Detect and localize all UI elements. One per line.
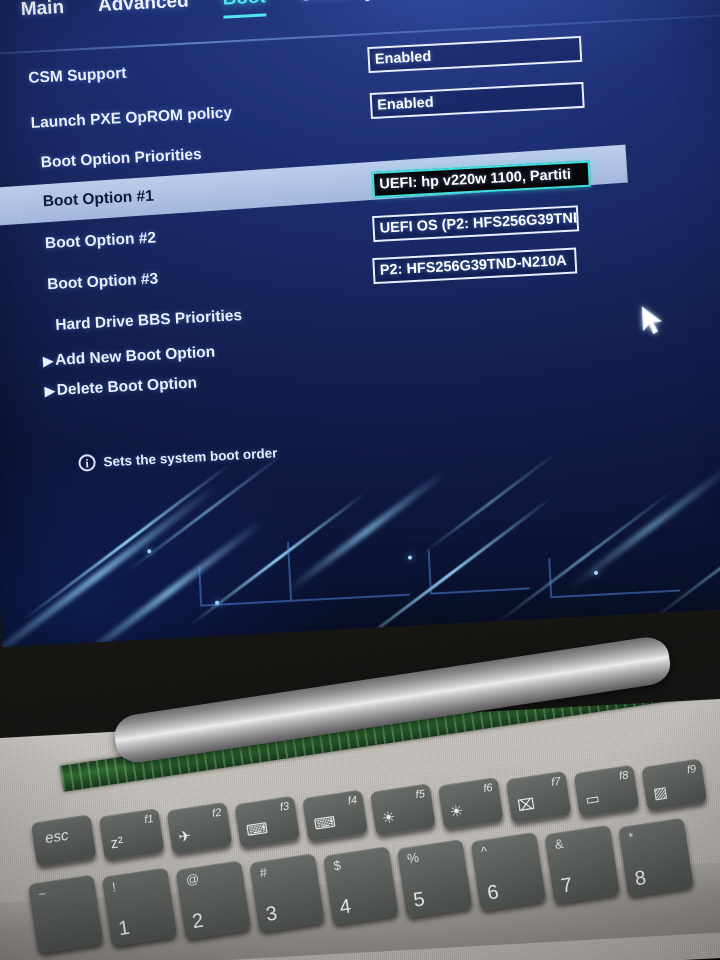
laptop-screen: Main Advanced Boot Security Save & Exit … [0, 0, 720, 648]
help-line: i Sets the system boot order [78, 444, 278, 472]
tab-security[interactable]: Security [299, 0, 375, 12]
keyboard-backlight-up-icon: ⌨ [312, 813, 337, 834]
key-3-main: 3 [264, 902, 279, 926]
key-f3-backlight-down[interactable]: f3 ⌨ [234, 795, 301, 849]
brightness-up-icon: ☀ [448, 802, 465, 822]
key-f8-fn-label: f8 [618, 769, 630, 783]
key-tilde-sup: ~ [37, 885, 48, 902]
key-4-sup: $ [332, 857, 342, 874]
touchpad-toggle-icon: ▨ [652, 783, 669, 803]
key-6-main: 6 [485, 881, 501, 905]
key-3[interactable]: # 3 [249, 853, 325, 933]
key-6-sup: ^ [479, 843, 489, 860]
key-f2-fn-label: f2 [211, 806, 223, 820]
key-f2-airplane[interactable]: f2 ✈ [166, 801, 233, 855]
value-text-boot-option-1: UEFI: hp v220w 1100, Partiti [379, 166, 572, 193]
help-text: Sets the system boot order [103, 445, 278, 470]
submenu-arrow-icon: ▶ [44, 382, 56, 399]
value-text-pxe-oprom-policy: Enabled [376, 94, 435, 114]
value-text-csm-support: Enabled [374, 48, 432, 68]
value-pxe-oprom-policy[interactable]: Enabled [369, 81, 585, 120]
key-f6-fn-label: f6 [482, 781, 494, 796]
key-tilde[interactable]: ~ [27, 874, 104, 954]
tab-boot[interactable]: Boot [222, 0, 267, 19]
key-8-main: 8 [633, 866, 648, 891]
key-f7-screen-off[interactable]: f7 ⌧ [505, 770, 572, 824]
key-f5-fn-label: f5 [414, 788, 426, 802]
key-1-main: 1 [116, 916, 132, 941]
key-2[interactable]: @ 2 [175, 860, 252, 940]
key-f3-fn-label: f3 [279, 800, 291, 814]
key-f1-fn-label: f1 [143, 812, 155, 827]
key-8-sup: * [627, 829, 635, 845]
key-5[interactable]: % 5 [396, 838, 473, 919]
tab-advanced[interactable]: Advanced [97, 0, 189, 22]
airplane-mode-icon: ✈ [177, 827, 193, 847]
key-f9-fn-label: f9 [686, 763, 698, 777]
key-f9-touchpad[interactable]: f9 ▨ [641, 758, 708, 811]
tab-main[interactable]: Main [20, 0, 65, 26]
tab-save-exit[interactable]: Save & Exit [408, 0, 513, 6]
info-circle-icon: i [78, 453, 97, 472]
key-5-main: 5 [412, 888, 427, 912]
brightness-down-icon: ☀ [380, 808, 397, 828]
value-text-boot-option-2: UEFI OS (P2: HFS256G39TND [379, 210, 580, 237]
key-f4-backlight-up[interactable]: f4 ⌨ [302, 789, 368, 842]
key-f4-fn-label: f4 [346, 794, 358, 808]
key-4[interactable]: $ 4 [322, 846, 399, 926]
key-5-sup: % [406, 849, 420, 867]
key-f1-sleep[interactable]: f1 z² [98, 808, 165, 861]
mouse-pointer-icon [641, 306, 662, 335]
key-7-sup: & [553, 835, 565, 853]
label-boot-option-2: Boot Option #2 [44, 229, 157, 253]
value-boot-option-3[interactable]: P2: HFS256G39TND-N210A [372, 247, 578, 285]
key-f6-brightness-up[interactable]: f6 ☀ [437, 776, 504, 830]
key-f5-brightness-down[interactable]: f5 ☀ [369, 783, 436, 836]
key-2-main: 2 [190, 909, 206, 934]
value-csm-support[interactable]: Enabled [367, 35, 583, 74]
key-esc-label: esc [43, 826, 70, 848]
text-delete-boot-option: Delete Boot Option [56, 374, 198, 399]
key-6[interactable]: ^ 6 [470, 831, 547, 911]
key-3-sup: # [258, 864, 269, 881]
sleep-icon: z² [109, 833, 125, 853]
submenu-arrow-icon: ▶ [42, 352, 54, 369]
screen-off-icon: ⌧ [516, 795, 537, 816]
bios-setup-utility: Main Advanced Boot Security Save & Exit … [0, 0, 720, 619]
bios-settings-list: CSM Support Enabled Launch PXE OpROM pol… [0, 20, 720, 408]
key-4-main: 4 [338, 895, 353, 919]
key-esc[interactable]: esc [30, 814, 97, 867]
keyboard-backlight-down-icon: ⌨ [245, 819, 270, 840]
key-7[interactable]: & 7 [544, 824, 620, 904]
label-csm-support: CSM Support [27, 64, 127, 87]
label-delete-boot-option: ▶Delete Boot Option [22, 375, 197, 402]
value-text-boot-option-3: P2: HFS256G39TND-N210A [379, 252, 568, 279]
label-boot-option-priorities: Boot Option Priorities [40, 145, 203, 172]
text-add-new-boot-option: Add New Boot Option [54, 343, 216, 369]
key-7-main: 7 [559, 874, 574, 898]
photo-of-laptop-bios-screen: ASUS [0, 0, 720, 960]
display-switch-icon: ▭ [584, 789, 601, 809]
label-add-new-boot-option: ▶Add New Boot Option [21, 344, 216, 372]
key-1[interactable]: ! 1 [101, 867, 178, 947]
label-boot-option-3: Boot Option #3 [46, 270, 159, 294]
key-1-sup: ! [111, 879, 117, 895]
label-pxe-oprom-policy: Launch PXE OpROM policy [30, 104, 233, 132]
key-8[interactable]: * 8 [617, 817, 694, 897]
value-boot-option-2[interactable]: UEFI OS (P2: HFS256G39TND [372, 205, 580, 243]
label-hard-drive-bbs-priorities: Hard Drive BBS Priorities [54, 307, 243, 334]
key-f8-display-switch[interactable]: f8 ▭ [573, 764, 640, 818]
key-2-sup: @ [184, 870, 201, 888]
key-f7-fn-label: f7 [550, 775, 562, 789]
